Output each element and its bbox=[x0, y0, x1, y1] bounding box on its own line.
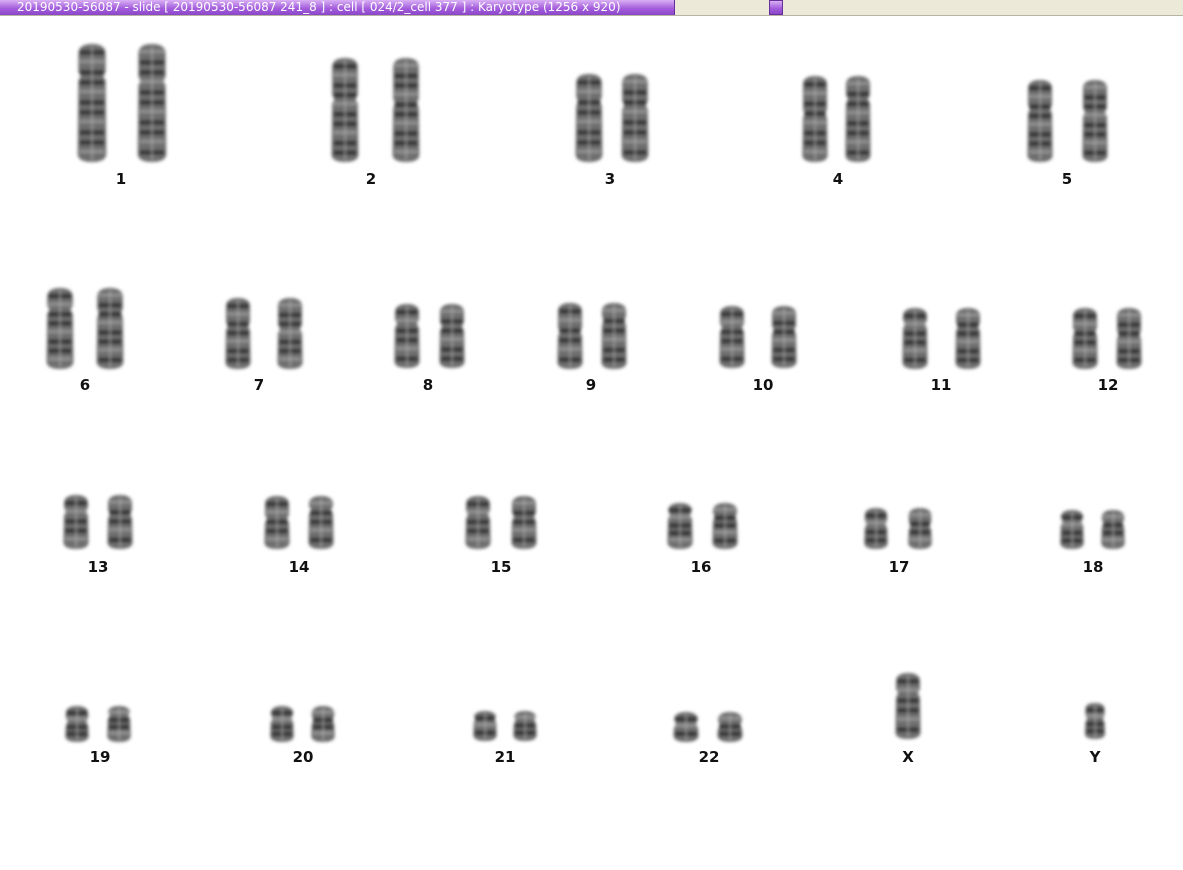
chromosome-14-2[interactable] bbox=[303, 491, 339, 554]
chromosome-16-1[interactable] bbox=[662, 498, 698, 554]
chromosome-2-2[interactable] bbox=[387, 53, 425, 167]
chromosome-19-1[interactable] bbox=[60, 701, 94, 747]
chromosome-1-2[interactable] bbox=[132, 39, 172, 167]
chromosome-x-1[interactable] bbox=[890, 668, 926, 744]
chromosome-10-2[interactable] bbox=[766, 301, 802, 373]
chromosome-9-2[interactable] bbox=[596, 298, 632, 374]
chromosome-3-2[interactable] bbox=[616, 69, 654, 167]
chromosome-10-1[interactable] bbox=[714, 301, 750, 373]
chromosome-22-2[interactable] bbox=[712, 707, 748, 747]
chromosome-1-1[interactable] bbox=[72, 39, 112, 167]
chromosome-label: 11 bbox=[930, 376, 952, 394]
chromosome-13-1[interactable] bbox=[58, 490, 94, 554]
chromosome-21-2[interactable] bbox=[508, 706, 542, 746]
chromosome-3-1[interactable] bbox=[570, 69, 608, 167]
chromosome-11-1[interactable] bbox=[897, 303, 933, 374]
chromosome-11-2[interactable] bbox=[950, 303, 986, 374]
chromosome-5-2[interactable] bbox=[1077, 75, 1113, 167]
chromosome-18-2[interactable] bbox=[1096, 505, 1130, 554]
chromosome-15-2[interactable] bbox=[506, 491, 542, 554]
title-bar: 20190530-56087 - slide [ 20190530-56087 … bbox=[0, 0, 1183, 16]
chromosome-label: 7 bbox=[253, 376, 265, 394]
karyotype-panel: 1 2 3 4 5 6 7 8 9 10 11 12 13 14 15 16 17 18 19 20 21 22 X Y bbox=[0, 16, 1183, 870]
chromosome-17-2[interactable] bbox=[903, 503, 937, 554]
chromosome-14-1[interactable] bbox=[259, 491, 295, 554]
chromosome-20-1[interactable] bbox=[265, 701, 299, 747]
chromosome-label: 17 bbox=[888, 558, 910, 576]
chromosome-17-1[interactable] bbox=[859, 503, 893, 554]
chromosome-2-1[interactable] bbox=[326, 53, 364, 167]
chromosome-5-1[interactable] bbox=[1022, 75, 1058, 167]
chromosome-8-1[interactable] bbox=[389, 299, 425, 373]
chromosome-19-2[interactable] bbox=[102, 701, 136, 747]
chromosome-7-1[interactable] bbox=[220, 293, 256, 374]
chromosome-4-2[interactable] bbox=[840, 71, 876, 167]
chromosome-label: 6 bbox=[79, 376, 91, 394]
chromosome-label: 3 bbox=[604, 170, 616, 188]
chromosome-13-2[interactable] bbox=[102, 490, 138, 554]
chromosome-label: 22 bbox=[698, 748, 720, 766]
chromosome-label: 4 bbox=[832, 170, 844, 188]
chromosome-label: 18 bbox=[1082, 558, 1104, 576]
chromosome-18-1[interactable] bbox=[1055, 505, 1089, 554]
chromosome-12-1[interactable] bbox=[1067, 303, 1103, 374]
chromosome-6-1[interactable] bbox=[41, 283, 79, 374]
chromosome-12-2[interactable] bbox=[1111, 303, 1147, 374]
chromosome-label: 13 bbox=[87, 558, 109, 576]
chromosome-20-2[interactable] bbox=[306, 701, 340, 747]
chromosome-label: 1 bbox=[115, 170, 127, 188]
chromosome-21-1[interactable] bbox=[468, 706, 502, 746]
chromosome-label: 5 bbox=[1061, 170, 1073, 188]
chromosome-label: 15 bbox=[490, 558, 512, 576]
chromosome-8-2[interactable] bbox=[434, 299, 470, 373]
chromosome-label: Y bbox=[1089, 748, 1101, 766]
chromosome-y-1[interactable] bbox=[1080, 698, 1110, 744]
window-title: 20190530-56087 - slide [ 20190530-56087 … bbox=[17, 0, 621, 14]
chromosome-label: 16 bbox=[690, 558, 712, 576]
chromosome-label: 20 bbox=[292, 748, 314, 766]
chromosome-6-2[interactable] bbox=[91, 283, 129, 374]
chromosome-label: 21 bbox=[494, 748, 516, 766]
window-title-tab[interactable]: 20190530-56087 - slide [ 20190530-56087 … bbox=[0, 0, 675, 15]
chromosome-label: 10 bbox=[752, 376, 774, 394]
chromosome-label: X bbox=[902, 748, 914, 766]
chromosome-label: 14 bbox=[288, 558, 310, 576]
chromosome-16-2[interactable] bbox=[707, 498, 743, 554]
chromosome-9-1[interactable] bbox=[552, 298, 588, 374]
chromosome-15-1[interactable] bbox=[460, 491, 496, 554]
chromosome-label: 12 bbox=[1097, 376, 1119, 394]
chromosome-22-1[interactable] bbox=[668, 707, 704, 747]
scroll-thumb[interactable] bbox=[769, 0, 783, 15]
chromosome-label: 2 bbox=[365, 170, 377, 188]
chromosome-4-1[interactable] bbox=[797, 71, 833, 167]
chromosome-label: 8 bbox=[422, 376, 434, 394]
chromosome-label: 9 bbox=[585, 376, 597, 394]
chromosome-7-2[interactable] bbox=[272, 293, 308, 374]
chromosome-label: 19 bbox=[89, 748, 111, 766]
